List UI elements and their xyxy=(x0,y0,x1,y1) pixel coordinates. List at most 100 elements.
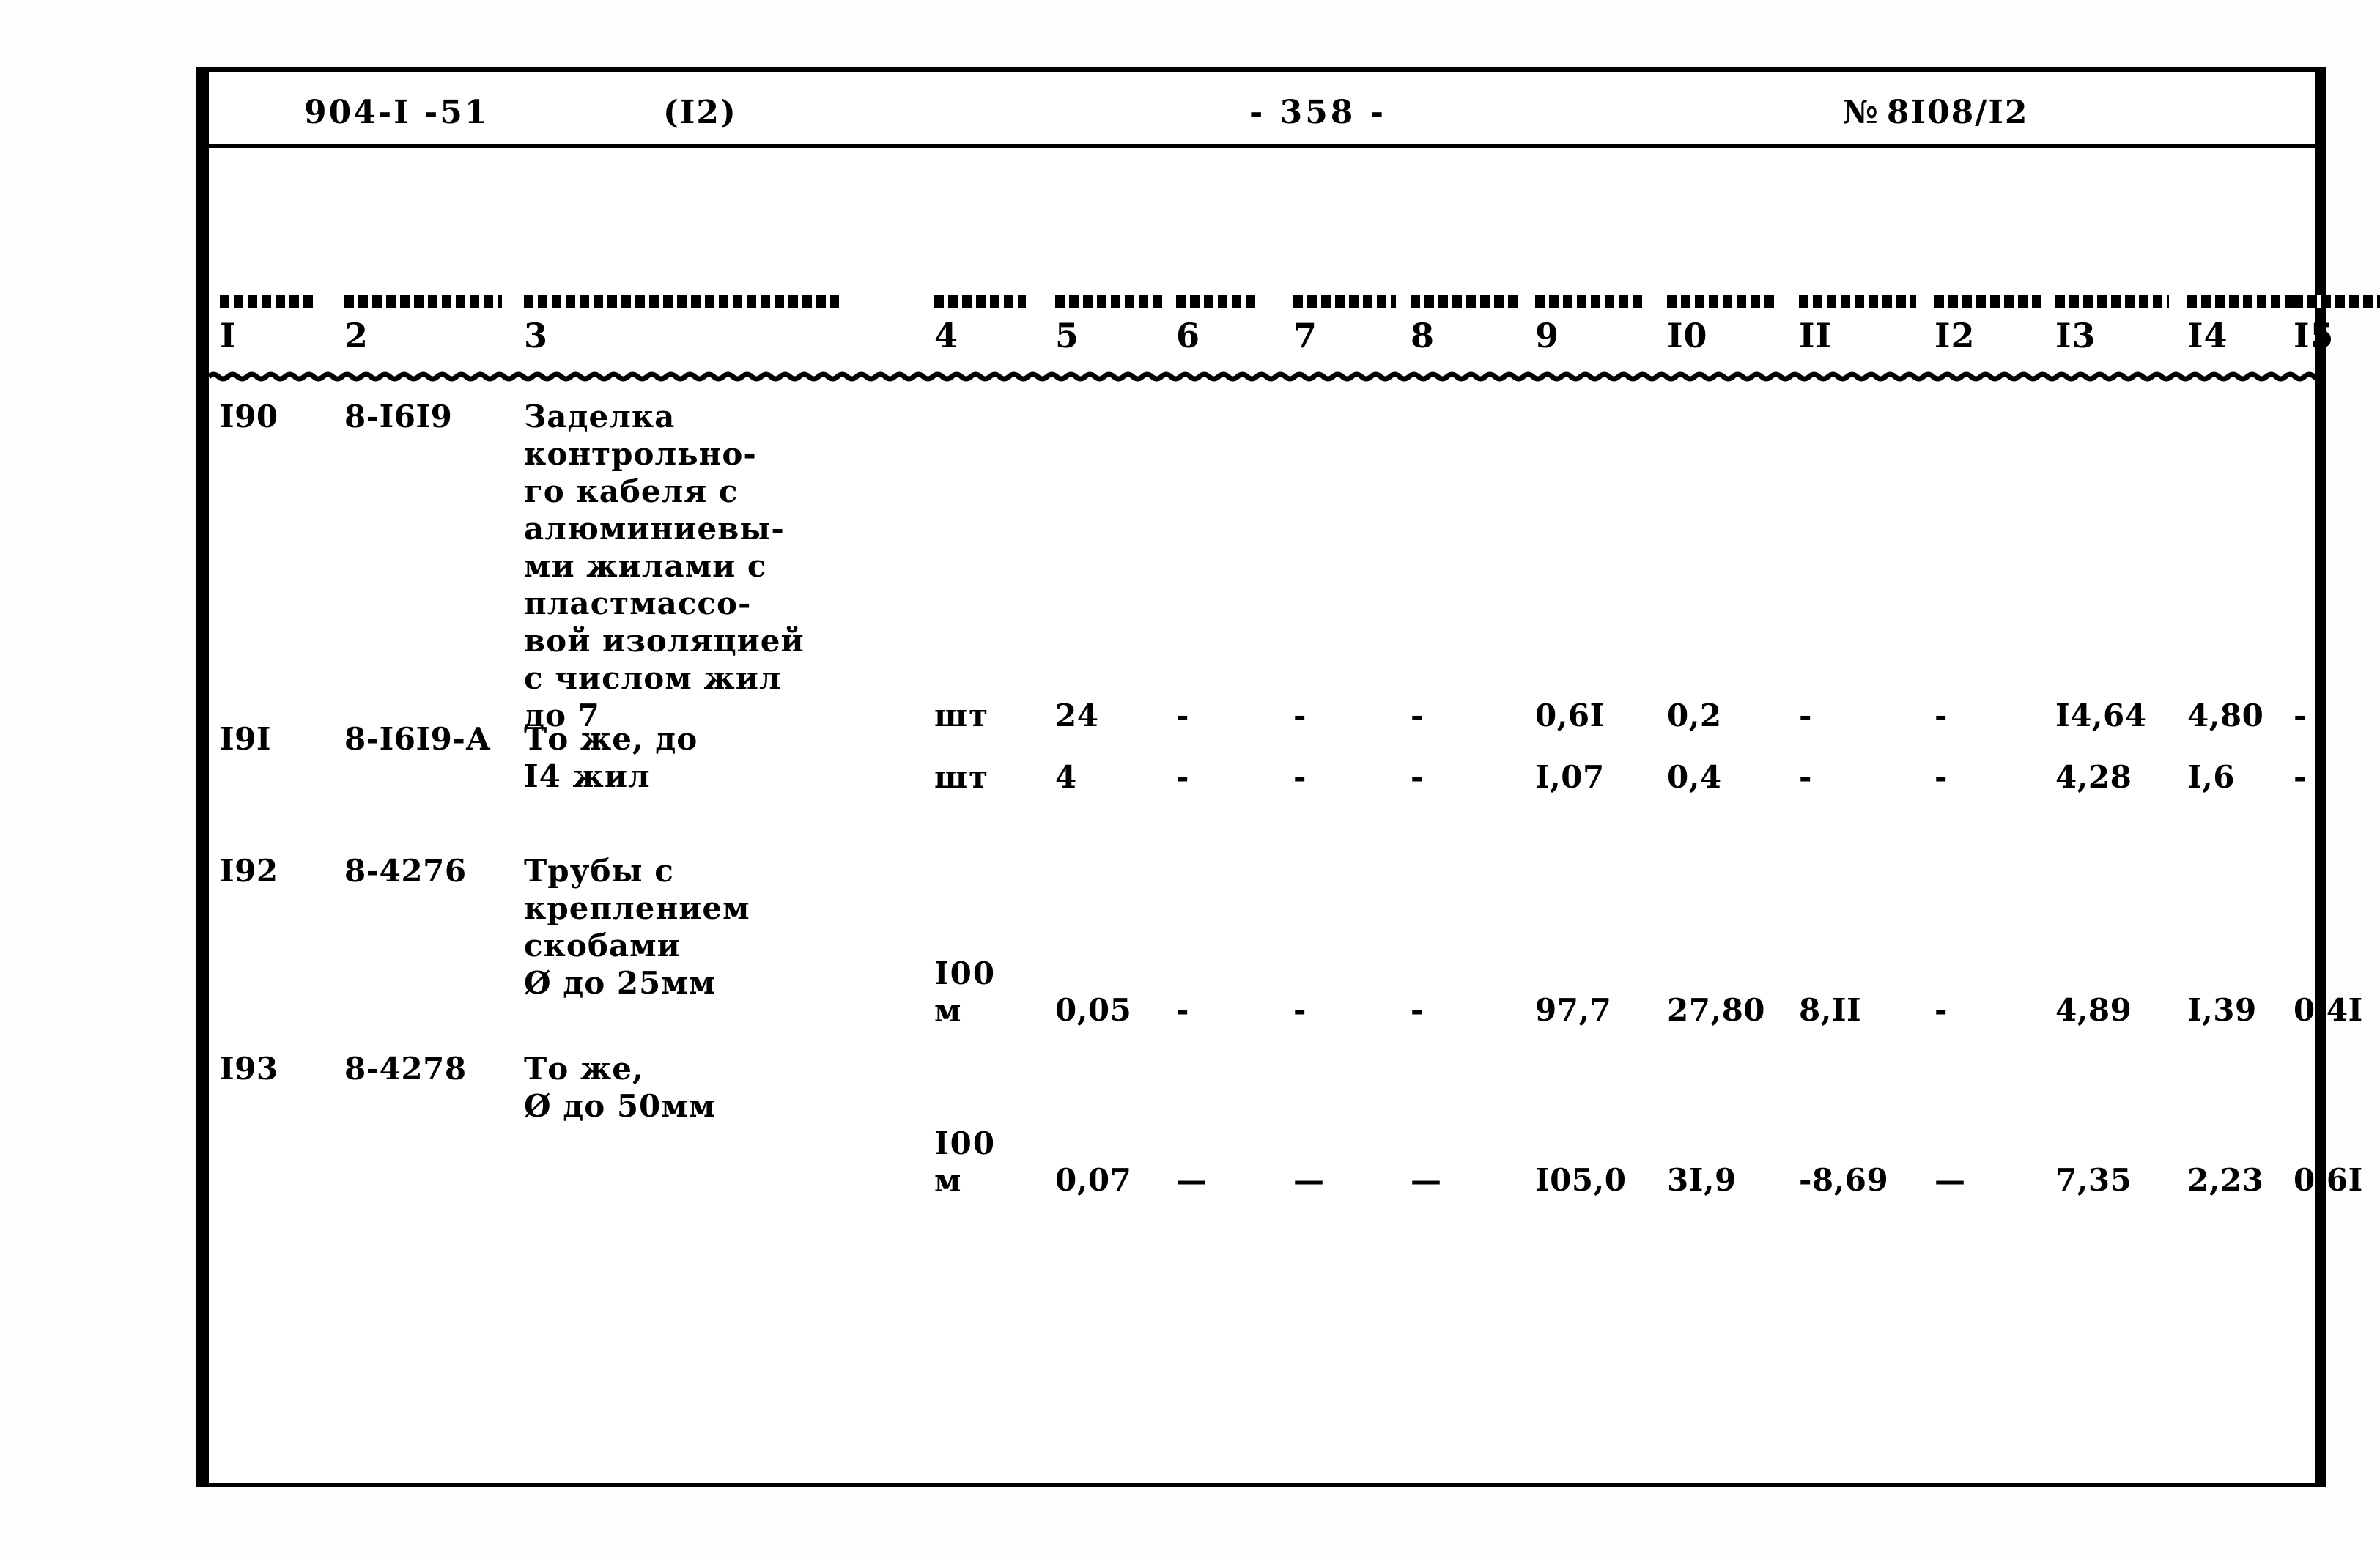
row-value-cell-col10: 3I,9 xyxy=(1667,1162,1737,1198)
row-empty-dash-col7: - xyxy=(1293,759,1308,795)
row-value-cell-col5: 4 xyxy=(1055,759,1077,795)
column-number-8: 8 xyxy=(1411,316,1435,355)
column-rule-segment xyxy=(1934,295,2044,308)
column-number-9: 9 xyxy=(1535,316,1560,355)
row-empty-dash-col11: - xyxy=(1799,698,1814,733)
row-code-cell: 8-I6I9 xyxy=(344,399,453,434)
row-value-cell-col13: 4,89 xyxy=(2055,992,2132,1028)
row-unit-cell: I00 м xyxy=(934,1125,997,1199)
row-value-cell-col13: 7,35 xyxy=(2055,1162,2132,1198)
row-empty-dash-col6: - xyxy=(1176,992,1191,1028)
column-number-12: I2 xyxy=(1934,316,1976,355)
row-code-cell: 8-I6I9-А xyxy=(344,721,492,757)
column-number-1: I xyxy=(220,316,237,355)
row-value-cell-col13: 4,28 xyxy=(2055,759,2132,795)
row-description-cell: То же, до I4 жил xyxy=(524,721,698,794)
row-value-cell-col15: 0,6I xyxy=(2294,1162,2363,1198)
row-index-cell: I93 xyxy=(220,1051,278,1087)
column-number-11: II xyxy=(1799,316,1833,355)
column-rule-segment xyxy=(1055,295,1165,308)
row-empty-dash-col15: - xyxy=(2294,698,2308,733)
column-rule-segment xyxy=(2055,295,2169,308)
row-empty-dash-col11: - xyxy=(1799,759,1814,795)
page-header-band: 904-I -51 (I2) - 358 - № 8I08/I2 xyxy=(209,72,2318,148)
column-number-10: I0 xyxy=(1667,316,1708,355)
row-code-cell: 8-4278 xyxy=(344,1051,467,1087)
column-rule-segment xyxy=(1411,295,1520,308)
column-rule-segment xyxy=(2187,295,2297,308)
column-number-2: 2 xyxy=(344,316,369,355)
row-empty-dash-col12: - xyxy=(1934,759,1949,795)
sheet-number: № 8I08/I2 xyxy=(1843,94,2029,131)
row-value-cell-col5: 0,05 xyxy=(1055,992,1132,1028)
column-number-row: I 2 3 4 5 6 7 8 9 I0 II I2 I3 I4 I5 xyxy=(209,316,2334,361)
column-rule-segment xyxy=(1799,295,1916,308)
row-value-cell-col9: I,07 xyxy=(1535,759,1605,795)
row-value-cell-col11: 8,II xyxy=(1799,992,1862,1028)
row-value-cell-col13: I4,64 xyxy=(2055,698,2147,733)
column-rule-segment xyxy=(1535,295,1645,308)
column-rule-segment xyxy=(1667,295,1777,308)
column-number-3: 3 xyxy=(524,316,549,355)
row-value-cell-col10: 27,80 xyxy=(1667,992,1766,1028)
row-unit-cell: I00 м xyxy=(934,955,997,1029)
row-value-cell-col11: -8,69 xyxy=(1799,1162,1889,1198)
row-empty-dash-col6: - xyxy=(1176,759,1191,795)
number-sign-icon: № xyxy=(1843,94,1880,131)
row-empty-dash-col7: — xyxy=(1293,1162,1326,1198)
row-unit-cell: шт xyxy=(934,698,990,733)
column-number-14: I4 xyxy=(2187,316,2228,355)
table-body: I90 8-I6I9 Заделка контрольно- го кабеля с… xyxy=(209,398,2362,1482)
row-value-cell-col10: 0,2 xyxy=(1667,698,1722,733)
row-empty-dash-col8: — xyxy=(1411,1162,1443,1198)
row-index-cell: I9I xyxy=(220,721,272,757)
row-empty-dash-col15: - xyxy=(2294,759,2308,795)
document-code: 904-I -51 xyxy=(304,94,489,131)
column-rule-segment xyxy=(1176,295,1257,308)
column-rule-segment xyxy=(524,295,839,308)
row-description-cell: То же, Ø до 50мм xyxy=(524,1051,717,1124)
row-empty-dash-col8: - xyxy=(1411,992,1425,1028)
row-empty-dash-col6: - xyxy=(1176,698,1191,733)
page-header-row: 904-I -51 (I2) - 358 - № 8I08/I2 xyxy=(209,72,2318,144)
row-value-cell-col5: 0,07 xyxy=(1055,1162,1132,1198)
row-index-cell: I90 xyxy=(220,399,278,434)
column-rule-segment xyxy=(2294,295,2380,308)
row-value-cell-col9: 97,7 xyxy=(1535,992,1612,1028)
column-number-7: 7 xyxy=(1293,316,1318,355)
row-empty-dash-col12: - xyxy=(1934,698,1949,733)
row-description-cell: Трубы с креплением скобами Ø до 25мм xyxy=(524,853,750,1001)
column-rule-segment xyxy=(344,295,502,308)
row-value-cell-col10: 0,4 xyxy=(1667,759,1722,795)
row-value-cell-col9: 0,6I xyxy=(1535,698,1605,733)
scanned-page: 904-I -51 (I2) - 358 - № 8I08/I2 I2345678… xyxy=(0,0,2380,1557)
column-rule-segment xyxy=(220,295,315,308)
row-value-cell-col9: I05,0 xyxy=(1535,1162,1627,1198)
column-rule-segment xyxy=(1293,295,1396,308)
row-empty-dash-col7: - xyxy=(1293,698,1308,733)
column-number-4: 4 xyxy=(934,316,959,355)
document-part-number: (I2) xyxy=(663,94,737,131)
row-empty-dash-col12: - xyxy=(1934,992,1949,1028)
table-area: I 2 3 4 5 6 7 8 9 I0 II I2 I3 I4 I5 I90 8-I6I9 Заделка к… xyxy=(209,149,2380,1482)
row-code-cell: 8-4276 xyxy=(344,853,467,889)
wavy-separator-rule xyxy=(209,366,2318,388)
row-empty-dash-col12: — xyxy=(1934,1162,1967,1198)
column-rule-segment xyxy=(934,295,1026,308)
row-value-cell-col14: 4,80 xyxy=(2187,698,2264,733)
column-number-6: 6 xyxy=(1176,316,1201,355)
row-value-cell-col14: I,39 xyxy=(2187,992,2257,1028)
row-value-cell-col15: 0,4I xyxy=(2294,992,2363,1028)
row-empty-dash-col6: — xyxy=(1176,1162,1208,1198)
sheet-number-value: 8I08/I2 xyxy=(1886,94,2029,131)
column-number-5: 5 xyxy=(1055,316,1080,355)
row-description-cell: Заделка контрольно- го кабеля с алюминие… xyxy=(524,399,805,733)
row-value-cell-col14: I,6 xyxy=(2187,759,2235,795)
row-empty-dash-col8: - xyxy=(1411,698,1425,733)
row-unit-cell: шт xyxy=(934,759,990,795)
row-empty-dash-col8: - xyxy=(1411,759,1425,795)
wavy-separator-svg xyxy=(209,371,2318,382)
row-value-cell-col14: 2,23 xyxy=(2187,1162,2264,1198)
row-empty-dash-col7: - xyxy=(1293,992,1308,1028)
column-number-13: I3 xyxy=(2055,316,2096,355)
